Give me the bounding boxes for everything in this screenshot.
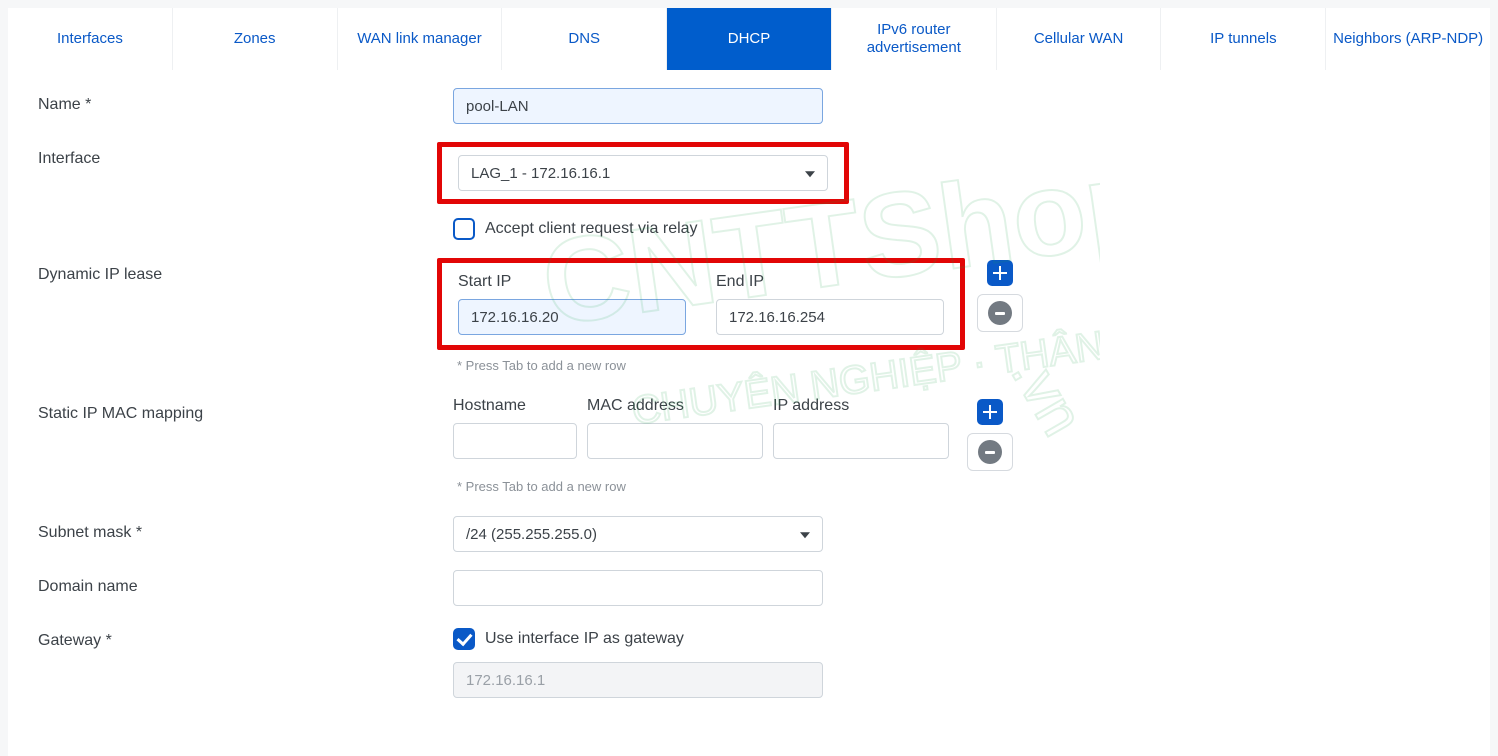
relay-checkbox-label: Accept client request via relay	[485, 220, 698, 238]
lease-hint: * Press Tab to add a new row	[457, 358, 1490, 373]
add-lease-row-button[interactable]	[987, 260, 1013, 286]
domain-input[interactable]	[453, 570, 823, 606]
highlight-lease: Start IP End IP	[437, 258, 965, 350]
static-ip-input[interactable]	[773, 423, 949, 459]
lease-end-header: End IP	[716, 273, 944, 291]
minus-icon	[988, 301, 1012, 325]
tab-ipv6-router-advertisement[interactable]: IPv6 router advertisement	[832, 8, 997, 70]
static-hostname-input[interactable]	[453, 423, 577, 459]
minus-icon	[978, 440, 1002, 464]
interface-select-value: LAG_1 - 172.16.16.1	[471, 165, 610, 182]
tab-neighbors-arp-ndp[interactable]: Neighbors (ARP-NDP)	[1326, 8, 1490, 70]
plus-icon	[993, 266, 1007, 280]
tabs-row: Interfaces Zones WAN link manager DNS DH…	[8, 8, 1490, 70]
tab-interfaces[interactable]: Interfaces	[8, 8, 173, 70]
static-mapping-label: Static IP MAC mapping	[38, 397, 453, 423]
static-mac-header: MAC address	[587, 397, 763, 415]
plus-icon	[983, 405, 997, 419]
static-hostname-header: Hostname	[453, 397, 577, 415]
gateway-checkbox-label: Use interface IP as gateway	[485, 630, 684, 648]
relay-checkbox[interactable]	[453, 218, 475, 240]
lease-end-input[interactable]	[716, 299, 944, 335]
subnet-select-value: /24 (255.255.255.0)	[466, 526, 597, 543]
subnet-label: Subnet mask *	[38, 516, 453, 542]
tab-ip-tunnels[interactable]: IP tunnels	[1161, 8, 1326, 70]
lease-start-input[interactable]	[458, 299, 686, 335]
tab-dhcp[interactable]: DHCP	[667, 8, 832, 70]
interface-label: Interface	[38, 142, 453, 168]
tab-cellular-wan[interactable]: Cellular WAN	[997, 8, 1162, 70]
name-label: Name *	[38, 88, 453, 114]
interface-select[interactable]: LAG_1 - 172.16.16.1	[458, 155, 828, 191]
tab-zones[interactable]: Zones	[173, 8, 338, 70]
static-mac-input[interactable]	[587, 423, 763, 459]
name-input[interactable]	[453, 88, 823, 124]
static-hint: * Press Tab to add a new row	[457, 479, 1490, 494]
static-ip-header: IP address	[773, 397, 949, 415]
tab-label-line1: IPv6 router	[877, 21, 950, 39]
highlight-interface: LAG_1 - 172.16.16.1	[437, 142, 849, 204]
remove-static-row-button[interactable]	[967, 433, 1013, 471]
tab-dns[interactable]: DNS	[502, 8, 667, 70]
tab-label-line2: advertisement	[867, 39, 961, 57]
gateway-checkbox[interactable]	[453, 628, 475, 650]
subnet-select[interactable]: /24 (255.255.255.0)	[453, 516, 823, 552]
dynamic-lease-label: Dynamic IP lease	[38, 258, 453, 284]
lease-start-header: Start IP	[458, 273, 686, 291]
gateway-label: Gateway *	[38, 624, 453, 650]
gateway-input	[453, 662, 823, 698]
form-area: Name * Interface LAG_1 - 172.16.16.1 Acc…	[8, 70, 1490, 756]
tab-wan-link-manager[interactable]: WAN link manager	[338, 8, 503, 70]
add-static-row-button[interactable]	[977, 399, 1003, 425]
remove-lease-row-button[interactable]	[977, 294, 1023, 332]
domain-label: Domain name	[38, 570, 453, 596]
